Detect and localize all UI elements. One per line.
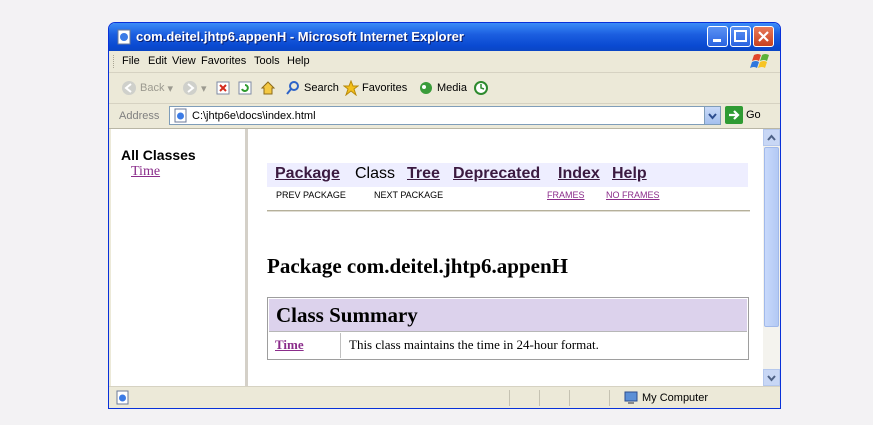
status-divider [569,390,570,406]
menu-edit[interactable]: Edit [148,55,167,67]
status-bar: My Computer [109,386,780,408]
class-summary-table: Class Summary Time This class maintains … [267,297,749,360]
status-divider [539,390,540,406]
zone-label: My Computer [642,392,709,404]
stop-button[interactable] [215,79,231,97]
standard-toolbar: Back ▾ ▾ Search Favorites Media [109,73,780,104]
table-row: Time This class maintains the time in 24… [269,333,747,358]
status-divider [509,390,510,406]
favorites-button[interactable]: Favorites [343,79,407,97]
browser-window: com.deitel.jhtp6.appenH - Microsoft Inte… [108,22,781,409]
chevron-up-icon [767,134,776,141]
address-url: C:\jhtp6e\docs\index.html [192,110,316,122]
close-button[interactable] [753,26,774,47]
forward-arrow-icon [183,81,197,95]
next-package: NEXT PACKAGE [374,190,444,200]
search-icon [286,81,299,95]
package-title: Package com.deitel.jhtp6.appenH [267,254,568,278]
scroll-up-button[interactable] [763,129,780,146]
back-arrow-icon [122,81,136,95]
menu-tools[interactable]: Tools [254,55,280,67]
scroll-thumb[interactable] [764,147,779,327]
nav-deprecated[interactable]: Deprecated [453,165,540,183]
scroll-down-button[interactable] [763,369,780,386]
search-label: Search [304,82,339,94]
maximize-button[interactable] [730,26,751,47]
go-arrow-icon [725,106,743,124]
menu-help[interactable]: Help [287,55,310,67]
menu-bar: File Edit View Favorites Tools Help [109,51,780,73]
minimize-button[interactable] [707,26,728,47]
nav-divider [267,210,750,212]
class-link-time[interactable]: Time [131,164,160,180]
nav-index[interactable]: Index [558,165,600,183]
class-link-time-summary[interactable]: Time [275,337,304,353]
address-dropdown-icon[interactable] [704,107,720,124]
class-summary-heading: Class Summary [276,303,418,327]
go-button[interactable]: Go [725,106,761,124]
history-button[interactable] [473,79,489,97]
nav-class: Class [355,165,396,182]
address-input[interactable]: C:\jhtp6e\docs\index.html [169,106,721,125]
search-button[interactable]: Search [285,79,339,97]
prev-package: PREV PACKAGE [276,190,346,200]
page-status-icon [116,390,129,405]
menu-view[interactable]: View [172,55,196,67]
frames-link[interactable]: FRAMES [547,190,585,200]
window-title: com.deitel.jhtp6.appenH - Microsoft Inte… [136,29,464,44]
class-description: This class maintains the time in 24-hour… [349,337,599,352]
page-content: All Classes Time Package Class Tree Depr… [111,129,780,386]
title-bar[interactable]: com.deitel.jhtp6.appenH - Microsoft Inte… [109,23,780,51]
back-button[interactable]: Back ▾ [121,79,173,97]
ie-page-icon [117,29,131,45]
vertical-scrollbar[interactable] [763,129,780,386]
package-frame: Package Class Tree Deprecated Index Help… [248,129,763,386]
favorites-label: Favorites [362,82,408,94]
nav-help[interactable]: Help [612,165,647,183]
home-button[interactable] [260,79,276,97]
stop-icon [216,81,230,95]
history-icon [474,81,488,95]
nav-package[interactable]: Package [275,165,340,183]
forward-dropdown-icon: ▾ [201,82,207,95]
security-zone: My Computer [624,391,708,405]
windows-logo-icon [750,54,769,68]
no-frames-link[interactable]: NO FRAMES [606,190,660,200]
my-computer-icon [624,391,638,404]
back-label: Back [140,82,165,94]
address-bar: Address C:\jhtp6e\docs\index.html Go [109,104,780,129]
all-classes-heading: All Classes [121,147,196,163]
menu-file[interactable]: File [122,55,140,67]
chevron-down-icon [767,375,776,382]
close-icon [758,31,769,42]
go-label: Go [746,109,761,121]
status-divider [609,390,610,406]
media-label: Media [437,82,467,94]
toolbar-grip[interactable] [113,55,117,68]
forward-button[interactable]: ▾ [182,79,207,97]
star-icon [343,80,359,96]
home-icon [260,81,276,95]
refresh-button[interactable] [237,79,253,97]
back-dropdown-icon: ▾ [167,82,173,95]
media-icon [420,82,432,94]
page-icon [174,108,187,123]
menu-favorites[interactable]: Favorites [201,55,246,67]
refresh-icon [238,81,252,95]
class-summary-header: Class Summary [269,299,747,332]
classes-frame: All Classes Time [111,129,248,386]
nav-tree[interactable]: Tree [407,165,440,183]
class-name-cell: Time [269,333,341,358]
minimize-icon [713,39,721,42]
media-button[interactable]: Media [418,79,467,97]
top-nav-bar: Package Class Tree Deprecated Index Help [267,163,748,187]
address-label: Address [119,110,160,122]
maximize-icon [734,30,747,42]
